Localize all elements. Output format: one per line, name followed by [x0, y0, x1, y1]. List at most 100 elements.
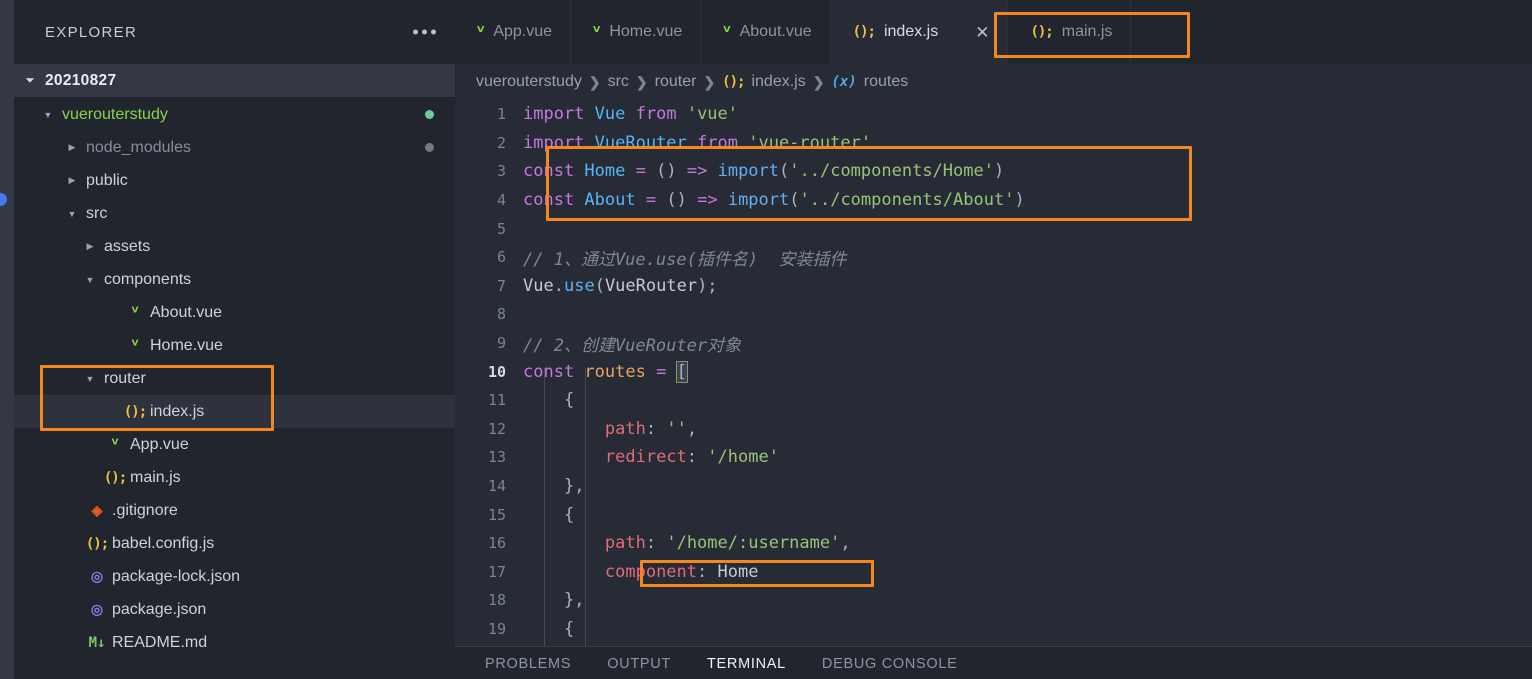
tree-item-vuerouterstudy[interactable]: ▼ vuerouterstudy: [14, 98, 455, 131]
code-line-text: const Home = () => import('../components…: [523, 161, 1004, 181]
tree-item-public[interactable]: ▶ public: [14, 164, 455, 197]
code-token: from: [635, 104, 677, 125]
code-line[interactable]: 6 // 1、通过Vue.use(插件名) 安装插件: [455, 243, 1532, 272]
breadcrumb-item[interactable]: routes: [864, 73, 908, 91]
breadcrumb-item[interactable]: router: [655, 73, 697, 91]
tree-item-package-lock-json[interactable]: ▶◎package-lock.json: [14, 560, 455, 593]
breadcrumb-separator-icon: ❯: [588, 73, 601, 90]
panel-tab-problems[interactable]: PROBLEMS: [485, 647, 571, 679]
code-line[interactable]: 12 path: '',: [455, 415, 1532, 444]
explorer-sidebar: EXPLORER ⏷ 20210827 ▼ vuerouterstudy ▶ node…: [14, 0, 455, 679]
code-token: Home: [584, 161, 626, 182]
tree-item-readme-md[interactable]: ▶M↓README.md: [14, 626, 455, 659]
code-line[interactable]: 17 component: Home: [455, 558, 1532, 587]
tree-item-main-js[interactable]: ▶();main.js: [14, 461, 455, 494]
code-token: use: [563, 275, 595, 296]
breadcrumb-item[interactable]: src: [608, 73, 629, 91]
editor-tab-main-js[interactable]: (); main.js: [1008, 0, 1132, 64]
code-token: :: [686, 447, 698, 468]
breadcrumb-item[interactable]: vuerouterstudy: [476, 73, 582, 91]
code-token: const: [523, 161, 585, 182]
code-token: '/home': [707, 447, 779, 468]
tree-item-babel-config-js[interactable]: ▶();babel.config.js: [14, 527, 455, 560]
code-line[interactable]: 10 const routes = [: [455, 357, 1532, 386]
editor-tab-home-vue[interactable]: ⱽ Home.vue: [571, 0, 702, 64]
vue-icon: ⱽ: [131, 337, 139, 354]
code-line[interactable]: 8: [455, 300, 1532, 329]
tree-item-label: router: [104, 369, 146, 387]
tree-item-label: main.js: [130, 468, 181, 486]
code-line-text: // 1、通过Vue.use(插件名) 安装插件: [523, 245, 847, 270]
tree-item-src[interactable]: ▼ src: [14, 197, 455, 230]
tree-item--gitignore[interactable]: ▶◈.gitignore: [14, 494, 455, 527]
editor-tab-index-js[interactable]: (); index.js ✕: [830, 0, 1009, 64]
tree-item-label: components: [104, 270, 192, 288]
tree-item-package-json[interactable]: ▶◎package.json: [14, 593, 455, 626]
code-line[interactable]: 3 const Home = () => import('../component…: [455, 157, 1532, 186]
file-tree: ▼ vuerouterstudy ▶ node_modules ▶ public ▼ src ▶…: [14, 97, 455, 659]
line-number: 2: [496, 133, 506, 152]
code-line[interactable]: 11 {: [455, 386, 1532, 415]
tree-item-assets[interactable]: ▶ assets: [14, 230, 455, 263]
chevron-right-icon[interactable]: ▶: [82, 241, 98, 252]
code-line[interactable]: 9 // 2、创建VueRouter对象: [455, 329, 1532, 358]
code-line-text: Vue.use(VueRouter);: [523, 276, 718, 296]
code-token: =: [645, 190, 657, 211]
tree-item-app-vue[interactable]: ▶ⱽApp.vue: [14, 428, 455, 461]
code-token: component: [604, 561, 698, 582]
chevron-down-icon[interactable]: ▼: [82, 374, 98, 384]
code-line[interactable]: 13 redirect: '/home': [455, 443, 1532, 472]
code-line[interactable]: 4 const About = () => import('../componen…: [455, 186, 1532, 215]
tree-item-about-vue[interactable]: ▶ⱽAbout.vue: [14, 296, 455, 329]
chevron-right-icon[interactable]: ▶: [64, 175, 80, 186]
code-token: import: [523, 104, 595, 125]
chevron-down-icon[interactable]: ▼: [64, 209, 80, 219]
indent-guide-line: [544, 368, 545, 646]
tree-item-router[interactable]: ▼ router: [14, 362, 455, 395]
ellipsis-icon[interactable]: [413, 29, 436, 35]
panel-tab-terminal[interactable]: TERMINAL: [707, 647, 786, 679]
close-icon[interactable]: ✕: [975, 24, 989, 41]
tree-item-index-js[interactable]: ▶();index.js: [14, 395, 455, 428]
panel-tab-debug-console[interactable]: DEBUG CONSOLE: [822, 647, 958, 679]
js-icon: ();: [123, 403, 147, 420]
panel-tab-output[interactable]: OUTPUT: [607, 647, 671, 679]
tree-item-node-modules[interactable]: ▶ node_modules: [14, 131, 455, 164]
code-line[interactable]: 14 },: [455, 472, 1532, 501]
chevron-right-icon[interactable]: ▶: [64, 142, 80, 153]
breadcrumb-item[interactable]: index.js: [751, 73, 805, 91]
breadcrumb-separator-icon: ❯: [812, 73, 825, 90]
editor-tab-app-vue[interactable]: ⱽ App.vue: [455, 0, 572, 64]
code-line[interactable]: 18 },: [455, 586, 1532, 615]
code-line[interactable]: 16 path: '/home/:username',: [455, 529, 1532, 558]
code-line[interactable]: 7 Vue.use(VueRouter);: [455, 272, 1532, 301]
code-token: import: [523, 132, 595, 153]
workspace-root-row[interactable]: ⏷ 20210827: [14, 64, 455, 97]
indent-guide: [523, 562, 605, 582]
chevron-down-icon[interactable]: ▼: [82, 275, 98, 285]
code-line[interactable]: 1 import Vue from 'vue': [455, 100, 1532, 129]
code-token: .: [553, 275, 564, 296]
tree-item-components[interactable]: ▼ components: [14, 263, 455, 296]
code-token: routes: [584, 361, 646, 382]
code-line[interactable]: 5: [455, 214, 1532, 243]
code-editor[interactable]: 1 import Vue from 'vue' 2 import VueRouter …: [455, 100, 1532, 646]
code-token: from: [697, 132, 738, 153]
code-token: '../components/About': [799, 190, 1015, 211]
chevron-down-icon[interactable]: ▼: [40, 110, 56, 120]
tree-item-home-vue[interactable]: ▶ⱽHome.vue: [14, 329, 455, 362]
panel-tab-bar: PROBLEMS OUTPUT TERMINAL DEBUG CONSOLE: [455, 647, 1532, 679]
code-line[interactable]: 19 {: [455, 615, 1532, 644]
git-icon: ◈: [91, 502, 103, 518]
editor-tab-about-vue[interactable]: ⱽ About.vue: [701, 0, 831, 64]
tree-item-label: node_modules: [86, 138, 191, 156]
code-line[interactable]: 15 {: [455, 500, 1532, 529]
editor-tab-bar: ⱽ App.vue ⱽ Home.vue ⱽ About.vue (); index.js ✕(…: [455, 0, 1532, 64]
tree-item-label: App.vue: [130, 435, 189, 453]
code-line[interactable]: 2 import VueRouter from 'vue-router': [455, 129, 1532, 158]
